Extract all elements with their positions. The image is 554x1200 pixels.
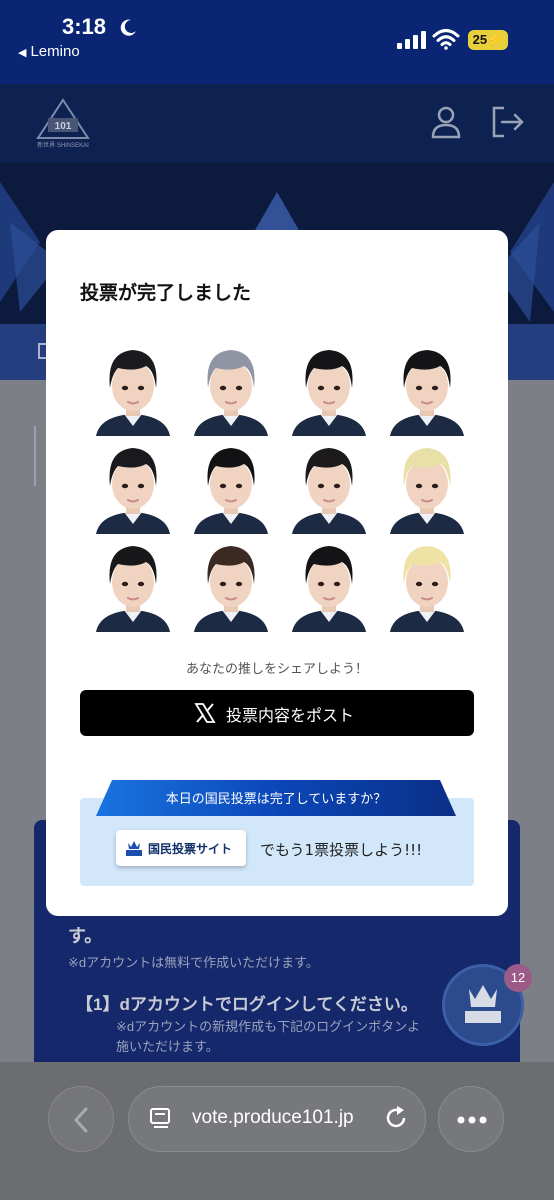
- trainee-portrait: [88, 342, 178, 436]
- instruction-text-end: す。: [68, 926, 103, 946]
- trainee-portrait: [186, 440, 276, 534]
- voted-trainees-grid: [80, 342, 472, 636]
- trainee-portrait: [88, 440, 178, 534]
- trainee-portrait: [186, 538, 276, 632]
- page-menu-icon[interactable]: [148, 1106, 174, 1132]
- url-text[interactable]: vote.produce101.jp: [192, 1107, 354, 1129]
- x-logo-icon: [194, 703, 216, 723]
- portrait-image: [96, 448, 170, 534]
- step1-heading: 【1】dアカウントでログインしてください。: [76, 995, 418, 1014]
- moon-icon: [120, 19, 136, 36]
- portrait-image: [292, 448, 366, 534]
- vote-site-label: 国民投票サイト: [148, 842, 233, 856]
- trainee-portrait: [284, 538, 374, 632]
- more-options-button[interactable]: [438, 1086, 504, 1152]
- step1-note: ※dアカウントの新規作成も下記のログインボタンよ: [116, 1019, 421, 1034]
- daccount-free-note: ※dアカウントは無料で作成いただけます。: [68, 955, 319, 970]
- chevron-left-icon: [73, 1107, 88, 1133]
- portrait-image: [194, 546, 268, 632]
- portrait-image: [292, 546, 366, 632]
- portrait-image: [194, 448, 268, 534]
- clock: 3:18: [62, 14, 107, 39]
- battery-indicator: 25⚡: [468, 30, 508, 50]
- modal-title: 投票が完了しました: [80, 282, 252, 304]
- vote-banner-text: 本日の国民投票は完了していますか？: [165, 792, 387, 807]
- ellipsis-icon: [457, 1116, 487, 1124]
- step1-note-cont: 施いただけます。: [116, 1039, 219, 1054]
- share-caption: あなたの推しをシェアしよう！: [185, 662, 368, 677]
- post-to-x-button[interactable]: 投票内容をポスト: [80, 690, 474, 736]
- site-header: 101 新世界 SHINSEKAI: [0, 84, 554, 162]
- post-button-label: 投票内容をポスト: [226, 706, 355, 725]
- portrait-image: [96, 546, 170, 632]
- reload-icon[interactable]: [382, 1104, 410, 1132]
- user-account-icon[interactable]: [428, 104, 464, 140]
- svg-text:新世界 SHINSEKAI: 新世界 SHINSEKAI: [37, 141, 89, 149]
- vote-count-badge: 12: [504, 964, 532, 992]
- logout-icon[interactable]: [490, 104, 526, 140]
- trainee-portrait: [186, 342, 276, 436]
- back-triangle-icon: ◀: [18, 47, 27, 59]
- vote-complete-modal: 投票が完了しました あなたの推しをシェアしよう！ 投票内容をポスト 本日の国民投…: [46, 230, 508, 916]
- cellular-signal-icon: [397, 31, 426, 49]
- portrait-image: [390, 448, 464, 534]
- status-bar: 3:18 ◀ Lemino 25⚡: [0, 0, 554, 84]
- back-app-label: Lemino: [30, 43, 80, 60]
- portrait-image: [292, 350, 366, 436]
- trainee-portrait: [88, 538, 178, 632]
- produce101-logo[interactable]: 101 新世界 SHINSEKAI: [34, 98, 92, 150]
- wifi-icon: [432, 29, 460, 50]
- ballot-box-icon: [126, 841, 142, 856]
- portrait-image: [194, 350, 268, 436]
- national-vote-site-button[interactable]: 国民投票サイト: [116, 830, 246, 866]
- content-divider: [34, 426, 36, 486]
- battery-level: 25: [472, 32, 488, 47]
- trainee-portrait: [382, 342, 472, 436]
- back-to-app-link[interactable]: ◀ Lemino: [18, 43, 80, 60]
- trainee-portrait: [382, 538, 472, 632]
- trainee-portrait: [284, 440, 374, 534]
- trainee-portrait: [382, 440, 472, 534]
- portrait-image: [390, 350, 464, 436]
- portrait-image: [96, 350, 170, 436]
- browser-back-button[interactable]: [48, 1086, 114, 1152]
- svg-text:101: 101: [55, 121, 72, 132]
- vote-again-cta: でもう1票投票しよう!!!: [260, 841, 423, 859]
- trainee-portrait: [284, 342, 374, 436]
- portrait-image: [390, 546, 464, 632]
